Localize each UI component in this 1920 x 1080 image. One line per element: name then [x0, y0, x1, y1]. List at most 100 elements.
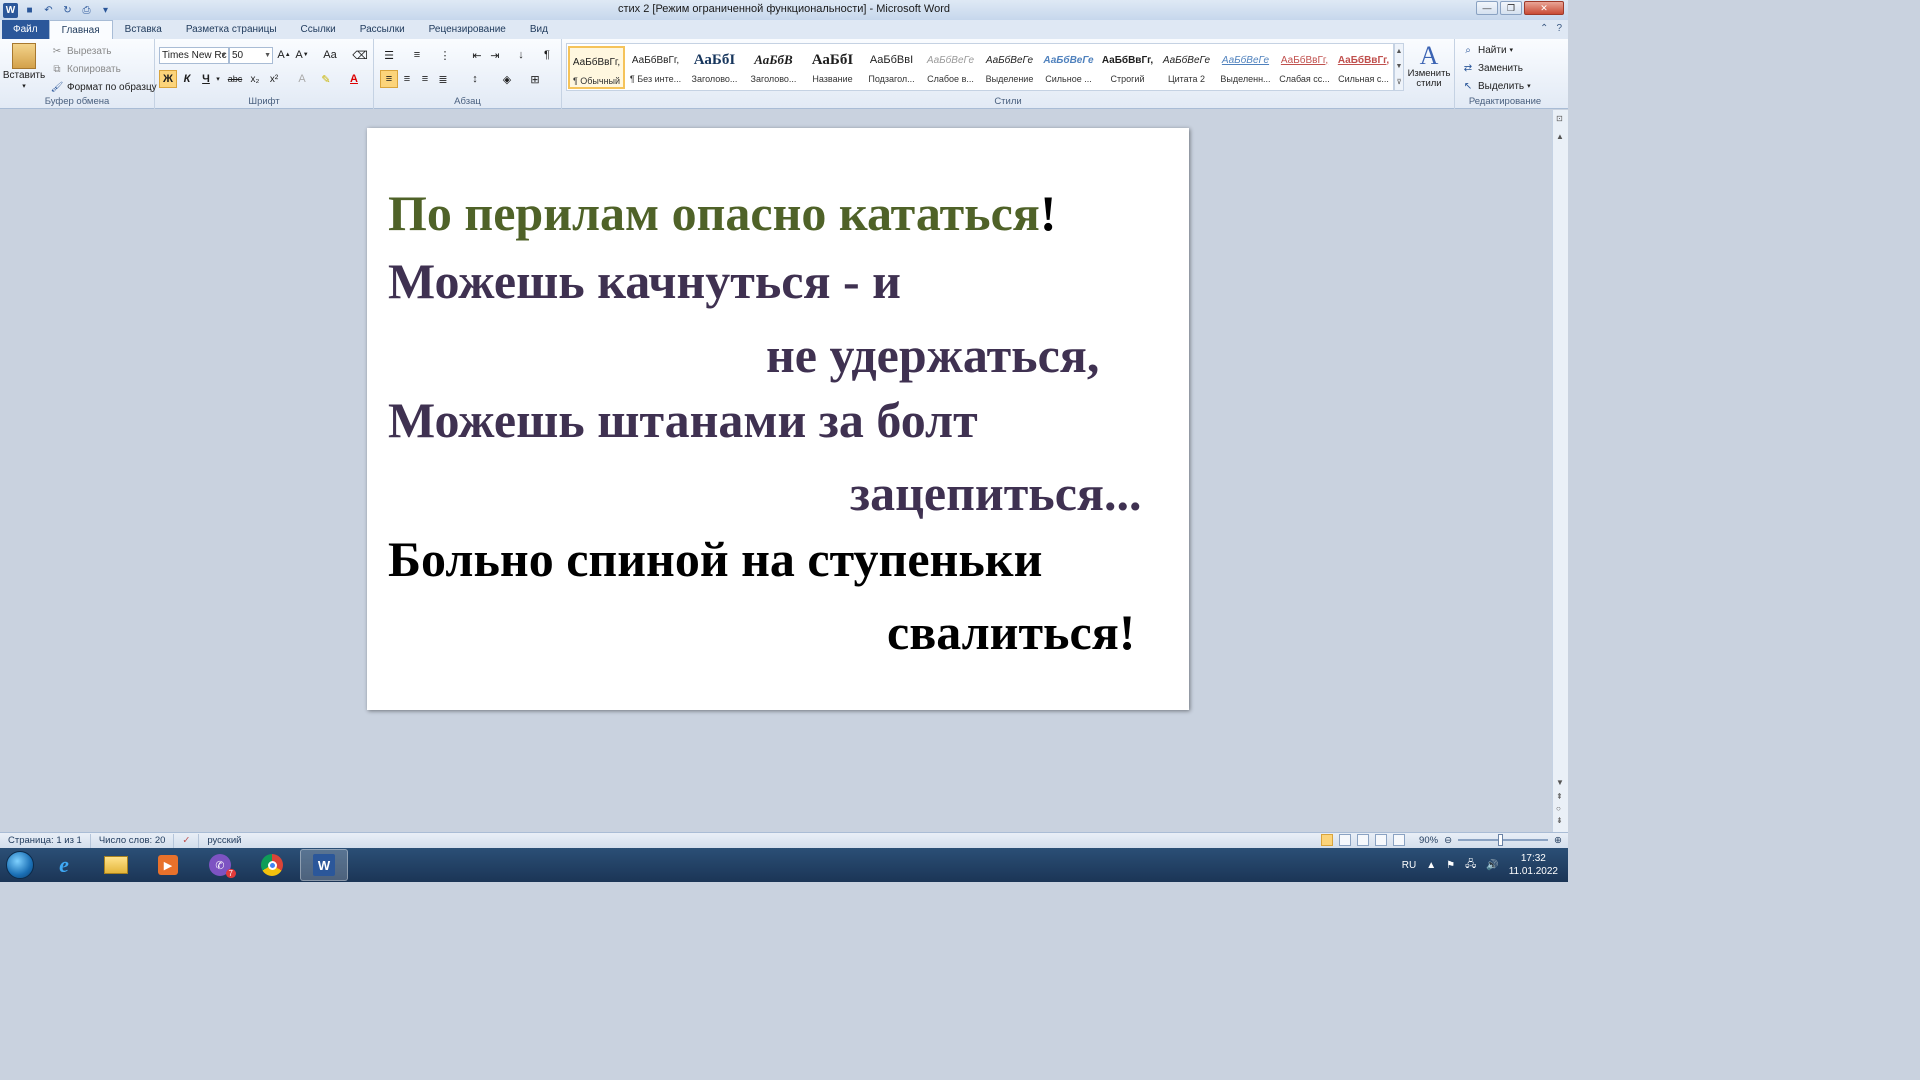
- word-count[interactable]: Число слов: 20: [91, 833, 175, 848]
- style-intense-reference[interactable]: АаБбВвГг, Сильная с...: [1335, 46, 1392, 89]
- close-button[interactable]: ✕: [1524, 1, 1564, 15]
- bullets-icon[interactable]: ☰: [380, 46, 398, 64]
- style-subtle-reference[interactable]: АаБбВвГг, Слабая сс...: [1276, 46, 1333, 89]
- tab-references[interactable]: Ссылки: [289, 20, 348, 39]
- select-button[interactable]: ↖ Выделить ▾: [1461, 79, 1531, 93]
- show-hidden-icons-icon[interactable]: ▲: [1426, 860, 1436, 871]
- input-language[interactable]: RU: [1402, 860, 1416, 871]
- volume-icon[interactable]: 🔊: [1486, 860, 1498, 871]
- customize-qat-icon[interactable]: ▾: [98, 3, 113, 18]
- previous-page-icon[interactable]: ⇞: [1556, 792, 1563, 801]
- font-family-combo[interactable]: Times New Rc ▼: [159, 47, 229, 64]
- cut-button[interactable]: ✂ Вырезать: [50, 44, 112, 58]
- draft-view-button[interactable]: [1393, 834, 1406, 846]
- increase-indent-icon[interactable]: ⇥: [486, 46, 504, 64]
- align-center-icon[interactable]: ≡: [398, 70, 416, 88]
- zoom-in-icon[interactable]: ⊕: [1554, 835, 1562, 846]
- style-normal[interactable]: АаБбВвГг, ¶ Обычный: [568, 46, 625, 89]
- tab-home[interactable]: Главная: [48, 20, 113, 39]
- browse-object-icon[interactable]: ○: [1556, 804, 1561, 813]
- taskbar-internet-explorer[interactable]: e: [40, 849, 88, 881]
- change-styles-button[interactable]: A Изменить стили: [1406, 43, 1452, 89]
- borders-icon[interactable]: ⊞: [526, 70, 544, 88]
- language-indicator[interactable]: русский: [199, 834, 249, 848]
- style-intense-emphasis[interactable]: АаБбВеГе Сильное ...: [1040, 46, 1097, 89]
- reading-view-button[interactable]: [1339, 834, 1352, 846]
- style-subtitle[interactable]: АаБбВвI Подзагол...: [863, 46, 920, 89]
- style-heading-2[interactable]: АаБбВ Заголово...: [745, 46, 802, 89]
- clock[interactable]: 17:32 11.01.2022: [1509, 852, 1558, 878]
- maximize-button[interactable]: ❐: [1500, 1, 1522, 15]
- scroll-up-icon[interactable]: ▲: [1556, 132, 1564, 141]
- document-page[interactable]: По перилам опасно кататься! Можешь качну…: [367, 128, 1189, 710]
- tab-review[interactable]: Рецензирование: [417, 20, 518, 39]
- style-emphasis[interactable]: АаБбВеГе Выделение: [981, 46, 1038, 89]
- chevron-down-icon[interactable]: ▼: [1396, 63, 1403, 70]
- undo-icon[interactable]: ↶: [41, 3, 56, 18]
- scroll-down-icon[interactable]: ▼: [1556, 778, 1564, 787]
- ruler-toggle-icon[interactable]: ⊡: [1556, 114, 1563, 123]
- minimize-button[interactable]: —: [1476, 1, 1498, 15]
- italic-button[interactable]: К: [178, 70, 196, 88]
- tab-view[interactable]: Вид: [518, 20, 560, 39]
- multilevel-list-icon[interactable]: ⋮: [436, 46, 454, 64]
- line-spacing-icon[interactable]: ↕: [466, 70, 484, 88]
- font-color-icon[interactable]: A: [345, 70, 363, 88]
- redo-icon[interactable]: ↻: [60, 3, 75, 18]
- tab-mailings[interactable]: Рассылки: [348, 20, 417, 39]
- shading-icon[interactable]: ◈: [498, 70, 516, 88]
- save-icon[interactable]: ■: [22, 3, 37, 18]
- word-logo-icon[interactable]: W: [3, 2, 18, 18]
- outline-view-button[interactable]: [1375, 834, 1388, 846]
- superscript-button[interactable]: x²: [265, 70, 283, 88]
- start-button[interactable]: [0, 848, 40, 882]
- zoom-slider[interactable]: [1458, 834, 1549, 846]
- show-marks-button[interactable]: ¶: [538, 46, 556, 64]
- zoom-out-icon[interactable]: ⊖: [1444, 835, 1452, 846]
- network-icon[interactable]: 🖧: [1465, 857, 1476, 874]
- style-no-spacing[interactable]: АаБбВвГг, ¶ Без инте...: [627, 46, 684, 89]
- taskbar-viber[interactable]: ✆ 7: [196, 849, 244, 881]
- zoom-slider-thumb[interactable]: [1498, 834, 1504, 846]
- chevron-down-icon[interactable]: ▾: [213, 70, 223, 88]
- style-heading-1[interactable]: АаБбI Заголово...: [686, 46, 743, 89]
- print-preview-icon[interactable]: ⎙: [79, 3, 94, 18]
- numbering-icon[interactable]: ≡: [408, 46, 426, 64]
- format-painter-button[interactable]: 🖌 Формат по образцу: [50, 80, 157, 94]
- style-title[interactable]: АаБбI Название: [804, 46, 861, 89]
- clear-formatting-icon[interactable]: ⌫: [351, 46, 369, 64]
- taskbar-chrome[interactable]: [248, 849, 296, 881]
- grow-font-button[interactable]: A ▲: [275, 46, 293, 64]
- taskbar-explorer[interactable]: [92, 849, 140, 881]
- style-quote-2[interactable]: АаБбВеГе Цитата 2: [1158, 46, 1215, 89]
- find-button[interactable]: ⌕ Найти ▾: [1461, 43, 1513, 57]
- collapse-ribbon-icon[interactable]: ⌃: [1540, 23, 1548, 34]
- action-center-flag-icon[interactable]: ⚑: [1446, 860, 1455, 871]
- highlight-icon[interactable]: ✎: [317, 70, 335, 88]
- more-styles-icon[interactable]: ⊽: [1396, 78, 1401, 86]
- copy-button[interactable]: ⧉ Копировать: [50, 62, 120, 76]
- help-icon[interactable]: ?: [1556, 23, 1562, 34]
- bold-button[interactable]: Ж: [159, 70, 177, 88]
- taskbar-media-player[interactable]: ▶: [144, 849, 192, 881]
- style-strong[interactable]: АаБбВвГг, Строгий: [1099, 46, 1156, 89]
- font-size-combo[interactable]: 50 ▼: [229, 47, 273, 64]
- vertical-scrollbar[interactable]: ⊡ ▲ ▼ ⇞ ○ ⇟: [1552, 110, 1568, 832]
- proofing-icon[interactable]: ✓: [174, 833, 200, 848]
- page-count[interactable]: Страница: 1 из 1: [0, 833, 91, 848]
- decrease-indent-icon[interactable]: ⇤: [468, 46, 486, 64]
- styles-scroll[interactable]: ▲ ▼ ⊽: [1394, 43, 1404, 91]
- style-intense-quote[interactable]: АаБбВеГе Выделенн...: [1217, 46, 1274, 89]
- next-page-icon[interactable]: ⇟: [1556, 816, 1563, 825]
- tab-page-layout[interactable]: Разметка страницы: [174, 20, 289, 39]
- web-layout-view-button[interactable]: [1357, 834, 1370, 846]
- tab-file[interactable]: Файл: [2, 20, 49, 39]
- align-right-icon[interactable]: ≡: [416, 70, 434, 88]
- style-subtle-emphasis[interactable]: АаБбВеГе Слабое в...: [922, 46, 979, 89]
- print-layout-view-button[interactable]: [1321, 834, 1334, 846]
- text-effects-icon[interactable]: A: [293, 70, 311, 88]
- chevron-up-icon[interactable]: ▲: [1396, 48, 1403, 55]
- subscript-button[interactable]: x₂: [246, 70, 264, 88]
- sort-icon[interactable]: ↓: [512, 46, 530, 64]
- replace-button[interactable]: ⇄ Заменить: [1461, 61, 1523, 75]
